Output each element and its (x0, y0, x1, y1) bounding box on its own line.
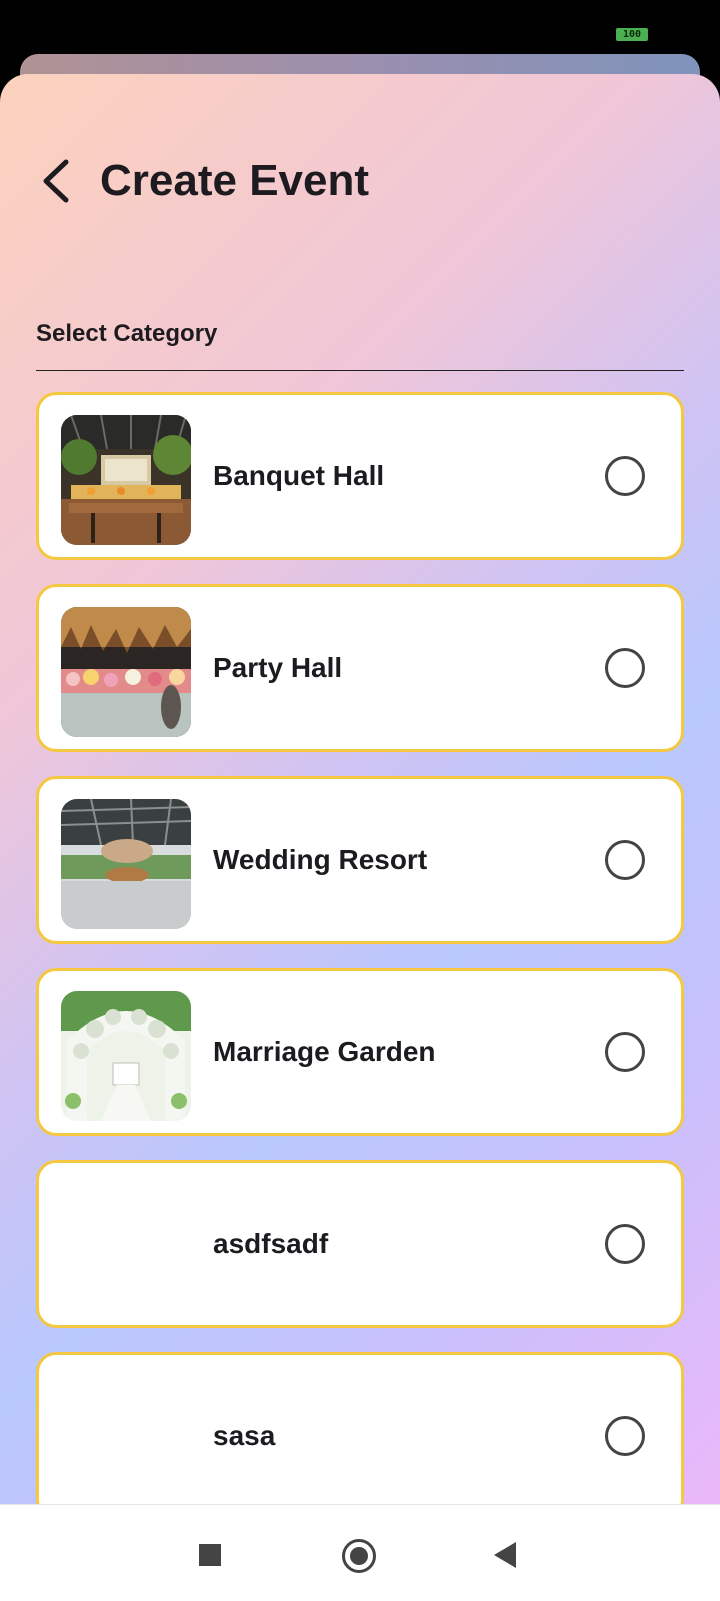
category-label: Wedding Resort (213, 844, 428, 875)
battery-icon: 100 (616, 28, 648, 41)
category-label: sasa (213, 1420, 276, 1451)
category-card-wedding-resort[interactable]: Wedding Resort (36, 776, 684, 944)
category-label: Banquet Hall (213, 460, 385, 491)
empty-image (61, 1375, 191, 1504)
empty-image (61, 1183, 191, 1313)
header: Create Event (0, 74, 720, 284)
category-card-marriage-garden[interactable]: Marriage Garden (36, 968, 684, 1136)
create-event-screen: Create Event Select Category Banquet Hal… (0, 74, 720, 1504)
back-button[interactable] (34, 156, 78, 206)
radio-button[interactable] (605, 1224, 645, 1264)
square-icon[interactable] (199, 1544, 221, 1566)
page-title: Create Event (100, 156, 370, 205)
divider (36, 370, 684, 371)
status-bar: 100 (0, 0, 720, 56)
circle-icon[interactable] (342, 1539, 376, 1573)
category-label: Marriage Garden (213, 1036, 436, 1067)
marriage-garden-photo (61, 991, 191, 1121)
triangle-back-icon[interactable] (494, 1542, 516, 1568)
radio-button[interactable] (605, 1032, 645, 1072)
category-card-party-hall[interactable]: Party Hall (36, 584, 684, 752)
category-card-asdfsadf[interactable]: asdfsadf (36, 1160, 684, 1328)
category-list: Banquet Hall Party Hall Wedding Resort M… (36, 392, 684, 1504)
chevron-left-icon (43, 159, 69, 203)
radio-button[interactable] (605, 456, 645, 496)
party-hall-photo (61, 607, 191, 737)
category-label: asdfsadf (213, 1228, 329, 1259)
banquet-hall-photo (61, 415, 191, 545)
category-card-banquet-hall[interactable]: Banquet Hall (36, 392, 684, 560)
radio-button[interactable] (605, 648, 645, 688)
section-label: Select Category (36, 320, 218, 347)
category-card-sasa[interactable]: sasa (36, 1352, 684, 1504)
radio-button[interactable] (605, 1416, 645, 1456)
radio-button[interactable] (605, 840, 645, 880)
category-label: Party Hall (213, 652, 343, 683)
wedding-resort-photo (61, 799, 191, 929)
